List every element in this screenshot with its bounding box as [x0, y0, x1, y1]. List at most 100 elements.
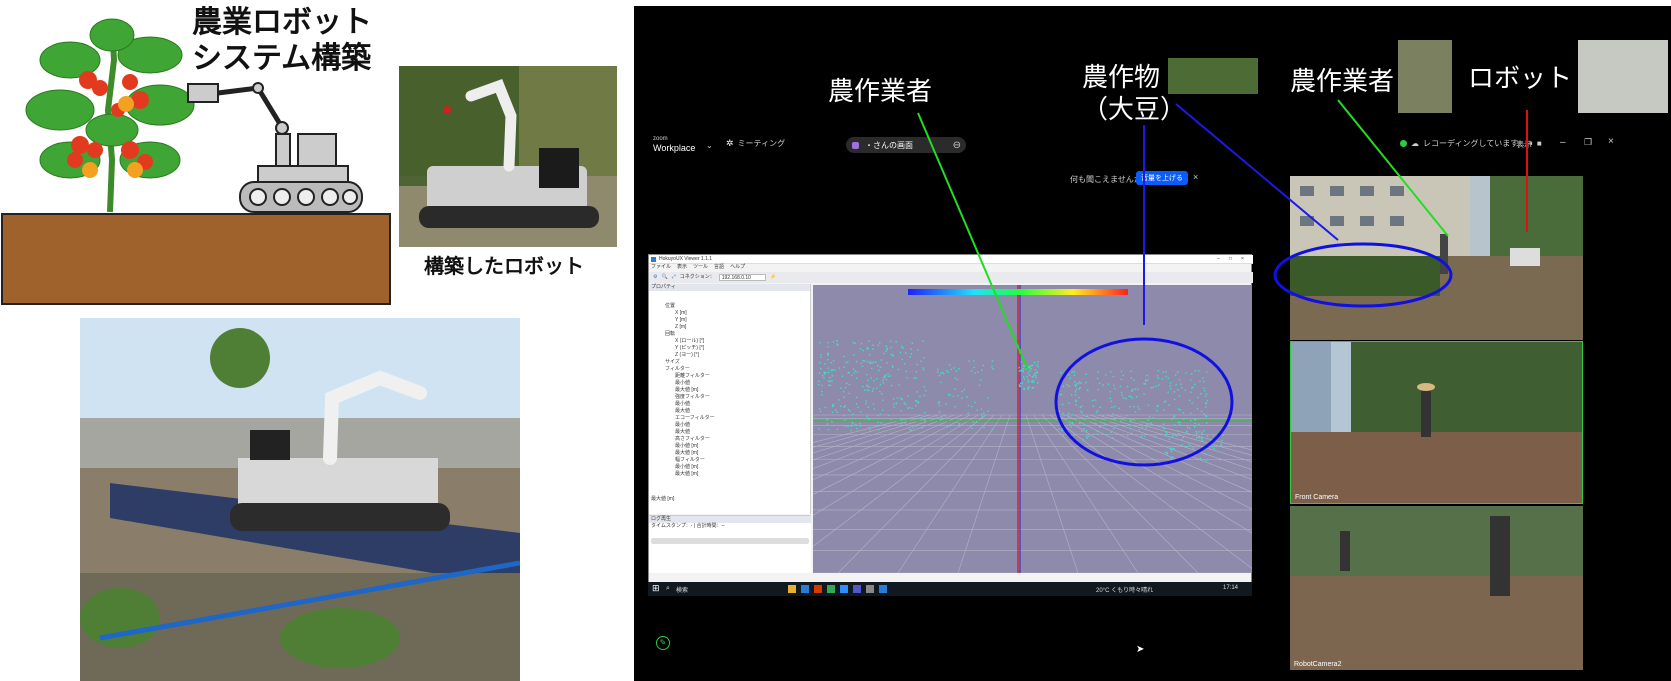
zoom-app-icon[interactable]	[840, 585, 848, 593]
tree-item[interactable]: 回転	[665, 331, 810, 338]
maximize-icon[interactable]: ❐	[1584, 137, 1592, 148]
point	[890, 418, 893, 420]
point	[1109, 391, 1112, 393]
office-icon[interactable]	[814, 585, 822, 593]
point	[1033, 374, 1035, 377]
settings-icon[interactable]: ⚙	[653, 274, 657, 281]
meeting-menu[interactable]: ✲ ミーティング	[726, 138, 785, 149]
tree-item[interactable]: 最小値 [m]	[665, 443, 810, 450]
minimize-icon[interactable]: –	[1560, 137, 1566, 148]
taskbar-clock[interactable]: 17:14	[1223, 585, 1238, 591]
point	[1206, 435, 1209, 437]
tree-item[interactable]: Y (ピッチ) [°]	[665, 345, 810, 352]
point	[907, 407, 909, 409]
video-tile-front-camera[interactable]: Front Camera	[1290, 341, 1583, 504]
tree-item[interactable]: 高さフィルター	[665, 436, 810, 443]
stop-icon[interactable]: ■	[1537, 139, 1542, 148]
tree-item[interactable]: 最大値 [m]	[665, 471, 810, 478]
share-title-pill[interactable]: ・さんの画面 ⊖	[846, 137, 966, 153]
point	[1169, 382, 1172, 384]
app-minimize-icon[interactable]: –	[1217, 256, 1220, 263]
point	[1185, 372, 1187, 374]
menu-language[interactable]: 言語	[714, 264, 724, 271]
point	[941, 371, 944, 374]
point	[862, 385, 864, 388]
point	[922, 367, 924, 369]
menu-help[interactable]: ヘルプ	[730, 264, 745, 271]
tree-item[interactable]: Y [m]	[665, 317, 810, 324]
app-close-icon[interactable]: ×	[1241, 256, 1244, 263]
point	[1093, 433, 1095, 435]
zoom-icon[interactable]: ⤢	[672, 274, 676, 281]
taskbar-search[interactable]: 検索	[676, 585, 688, 594]
options-icon[interactable]: ⊖	[953, 140, 961, 151]
tree-item[interactable]: 強度フィルター	[665, 394, 810, 401]
video-tile-1[interactable]	[1290, 176, 1583, 340]
tree-item[interactable]: 幅フィルター	[665, 457, 810, 464]
connect-icon[interactable]: ⚡	[770, 274, 776, 281]
point	[828, 384, 830, 386]
point	[1058, 410, 1061, 412]
tree-item[interactable]: 最大値	[665, 429, 810, 436]
app-toolbar: ⚙ 🔍 ⤢ コネクション： 192.168.0.10 ⚡	[649, 272, 1253, 283]
folder-icon[interactable]	[788, 585, 796, 593]
point	[1197, 396, 1199, 399]
point	[1073, 374, 1076, 376]
tree-item[interactable]: 最大値	[665, 408, 810, 415]
close-icon[interactable]: ×	[1193, 172, 1198, 182]
point	[1085, 429, 1088, 432]
point	[1129, 427, 1132, 429]
point	[1166, 453, 1168, 455]
raise-volume-button[interactable]: 音量を上げる	[1136, 171, 1188, 185]
pointcloud-viewport[interactable]	[813, 285, 1252, 573]
edge-icon[interactable]	[801, 585, 809, 593]
tree-item[interactable]: X [m]	[665, 310, 810, 317]
point	[1075, 404, 1077, 406]
menu-file[interactable]: ファイル	[651, 264, 671, 271]
viewer-app-icon[interactable]	[879, 585, 887, 593]
tree-item[interactable]: 最小値	[665, 401, 810, 408]
view-menu[interactable]: 表示	[1516, 139, 1532, 150]
menu-tools[interactable]: ツール	[693, 264, 708, 271]
tree-item[interactable]: 最小値	[665, 422, 810, 429]
menu-view[interactable]: 表示	[677, 264, 687, 271]
tree-item[interactable]: 最小値 [m]	[665, 464, 810, 471]
point	[885, 378, 888, 381]
search-icon[interactable]: 🔍	[661, 274, 667, 281]
tree-item[interactable]: 最大値 [m]	[665, 450, 810, 457]
point	[1036, 372, 1038, 374]
tree-item[interactable]: 最小値	[665, 380, 810, 387]
connection-field[interactable]: 192.168.0.10	[718, 274, 766, 281]
app-maximize-icon[interactable]: □	[1229, 256, 1232, 263]
chrome-icon[interactable]	[827, 585, 835, 593]
robot-caption: 構築したロボット	[424, 254, 584, 278]
point	[1162, 371, 1164, 373]
point	[890, 384, 893, 387]
windows-start-icon[interactable]: ⊞	[652, 584, 660, 594]
tree-item[interactable]: 位置	[665, 303, 810, 310]
weather-widget[interactable]: 20°C くもり時々晴れ	[1096, 585, 1153, 594]
video-tile-robot-camera[interactable]: RobotCamera2	[1290, 506, 1583, 670]
tree-item[interactable]: 距離フィルター	[665, 373, 810, 380]
tree-item[interactable]: Z (ヨー) [°]	[665, 352, 810, 359]
annotate-pen-icon[interactable]: ✎	[656, 636, 670, 650]
chevron-down-icon[interactable]: ⌄	[706, 141, 713, 150]
point	[876, 387, 878, 389]
tree-item[interactable]: フィルター	[665, 366, 810, 373]
point	[819, 356, 822, 358]
window-close-icon[interactable]: ×	[1608, 136, 1614, 147]
point	[1222, 430, 1225, 433]
point	[980, 408, 983, 410]
log-seek-slider[interactable]	[651, 538, 809, 544]
farm-robot-illustration	[1, 18, 391, 305]
tree-item[interactable]: エコーフィルター	[665, 415, 810, 422]
point	[897, 368, 900, 371]
teams-icon[interactable]	[853, 585, 861, 593]
tree-item[interactable]: Z [m]	[665, 324, 810, 331]
tree-item[interactable]: X (ロール) [°]	[665, 338, 810, 345]
tree-item[interactable]: サイズ	[665, 359, 810, 366]
taskbar-search-icon[interactable]: ⌕	[666, 585, 670, 593]
tree-item[interactable]: 最大値 [m]	[665, 387, 810, 394]
point	[900, 418, 902, 420]
settings-app-icon[interactable]	[866, 585, 874, 593]
